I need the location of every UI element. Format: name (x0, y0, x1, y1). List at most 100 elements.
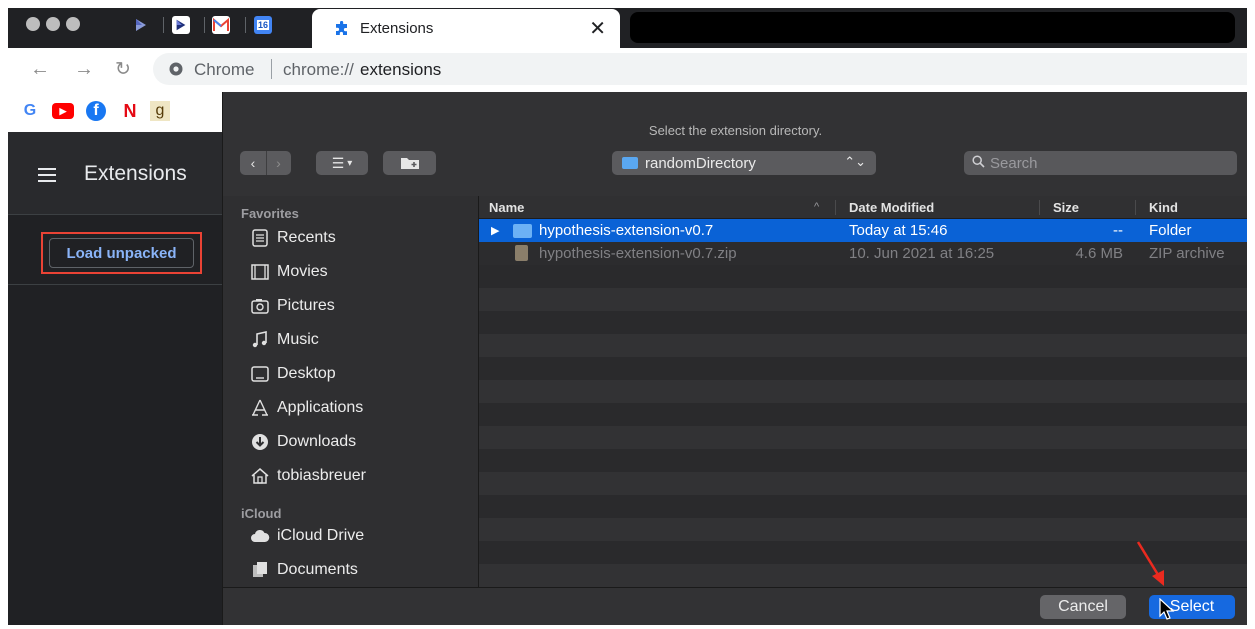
back-button[interactable]: ‹ (241, 151, 266, 175)
search-icon (972, 155, 985, 168)
load-unpacked-highlight: Load unpacked (41, 232, 202, 274)
pinned-tab-app-icon-2[interactable] (172, 16, 190, 34)
mouse-cursor-icon (1159, 598, 1175, 620)
sidebar-item-icloud-drive[interactable]: iCloud Drive (250, 522, 364, 550)
column-name[interactable]: Name (489, 200, 524, 215)
zip-archive-icon (515, 245, 528, 261)
header-divider (8, 214, 222, 215)
toolbar-divider (8, 284, 222, 285)
address-separator (271, 59, 272, 79)
table-row[interactable]: hypothesis-extension-v0.7.zip 10. Jun 20… (479, 242, 1247, 265)
browser-toolbar: ← → ↻ Chrome chrome:// extensions (8, 48, 1247, 90)
tab-extensions[interactable]: Extensions ✕ (312, 9, 620, 48)
desktop-icon (251, 366, 269, 382)
forward-button[interactable]: › (265, 151, 291, 175)
file-browser: Name ^ Date Modified Size Kind ▶ hypothe… (479, 196, 1247, 587)
url-host: extensions (360, 60, 442, 79)
search-field[interactable]: Search (964, 151, 1237, 175)
calendar-16-icon[interactable]: 16 (254, 16, 272, 34)
favorites-section-label: Favorites (241, 206, 299, 221)
sidebar-item-label: Applications (277, 399, 364, 416)
search-placeholder: Search (990, 155, 1038, 172)
address-bar[interactable]: Chrome chrome:// extensions (153, 53, 1247, 85)
file-name: hypothesis-extension-v0.7.zip (539, 245, 737, 262)
sidebar-item-music[interactable]: Music (250, 326, 319, 354)
table-row[interactable]: ▶ hypothesis-extension-v0.7 Today at 15:… (479, 219, 1247, 242)
sidebar-item-label: Pictures (277, 297, 335, 314)
bookmark-facebook-icon[interactable]: f (86, 101, 106, 121)
sidebar-item-label: Downloads (277, 433, 357, 450)
sidebar-item-label: iCloud Drive (277, 527, 365, 544)
calendar-day-label: 16 (256, 20, 269, 30)
folder-icon (513, 224, 532, 238)
browser-window: 16 Extensions ✕ ← → ↻ Chrome chrome:// e… (8, 8, 1247, 625)
file-size: -- (1113, 222, 1123, 239)
forward-arrow-icon[interactable]: → (74, 58, 94, 81)
sidebar-item-applications[interactable]: Applications (250, 394, 363, 422)
file-name: hypothesis-extension-v0.7 (539, 222, 714, 239)
new-folder-button[interactable] (383, 151, 436, 175)
load-unpacked-button[interactable]: Load unpacked (49, 238, 194, 268)
sidebar-item-movies[interactable]: Movies (250, 258, 328, 286)
icloud-section-label: iCloud (241, 506, 282, 521)
puzzle-icon (336, 21, 347, 35)
tab-title: Extensions (360, 20, 434, 37)
column-separator (1135, 200, 1136, 215)
applications-icon (252, 399, 268, 416)
column-separator (1039, 200, 1040, 215)
pictures-icon (251, 299, 269, 314)
folder-icon (622, 157, 638, 169)
url-scheme: chrome:// (283, 60, 354, 79)
tab-strip: 16 Extensions ✕ (8, 8, 1247, 48)
pinned-tab-app-icon[interactable] (132, 16, 150, 34)
sidebar-item-recents[interactable]: Recents (250, 224, 336, 252)
tab-separator (245, 17, 246, 33)
reload-icon[interactable]: ↻ (115, 58, 131, 81)
tab-separator (163, 17, 164, 33)
back-arrow-icon[interactable]: ← (30, 58, 50, 81)
bookmark-google-icon[interactable]: G (20, 101, 40, 121)
sidebar-item-label: Desktop (277, 365, 336, 382)
column-size[interactable]: Size (1053, 200, 1079, 215)
location-name: randomDirectory (645, 155, 756, 172)
sidebar-item-documents[interactable]: Documents (250, 556, 358, 584)
downloads-icon (252, 434, 268, 450)
sidebar-item-home[interactable]: tobiasbreuer (250, 462, 366, 490)
file-date: Today at 15:46 (849, 222, 948, 239)
dialog-footer: Cancel Select (223, 587, 1247, 625)
minimize-window-icon[interactable] (46, 17, 60, 31)
music-icon (252, 331, 267, 348)
zoom-window-icon[interactable] (66, 17, 80, 31)
sidebar-item-pictures[interactable]: Pictures (250, 292, 335, 320)
sidebar-item-desktop[interactable]: Desktop (250, 360, 336, 388)
column-kind[interactable]: Kind (1149, 200, 1178, 215)
tab-separator (204, 17, 205, 33)
recents-icon (252, 229, 268, 247)
bookmark-youtube-icon[interactable]: ▶ (52, 103, 74, 119)
m-mail-icon[interactable] (212, 16, 230, 34)
bookmark-netflix-icon[interactable]: N (120, 101, 140, 121)
extensions-page: Extensions Load unpacked (8, 132, 222, 625)
location-popup[interactable]: randomDirectory ⌃⌄ (612, 151, 876, 175)
bookmark-goodreads-icon[interactable]: g (150, 101, 170, 121)
column-date-modified[interactable]: Date Modified (849, 200, 934, 215)
file-kind: ZIP archive (1149, 245, 1225, 262)
dialog-titlebar: Select the extension directory. ‹ › ☰ ▾ r… (223, 92, 1247, 196)
disclosure-triangle-icon[interactable]: ▶ (491, 224, 499, 237)
sidebar-item-label: Music (277, 331, 319, 348)
new-folder-icon (400, 158, 419, 169)
sidebar-item-downloads[interactable]: Downloads (250, 428, 356, 456)
cancel-button[interactable]: Cancel (1040, 595, 1126, 619)
view-options-button[interactable]: ☰ ▾ (316, 151, 368, 175)
home-icon (251, 468, 269, 484)
sidebar-item-label: tobiasbreuer (277, 467, 366, 484)
up-down-chevron-icon: ⌃⌄ (844, 154, 866, 169)
annotation-arrow-icon (1136, 541, 1164, 586)
dialog-sidebar: Favorites Recents Movies Pictures Music … (223, 196, 479, 587)
close-tab-icon[interactable]: ✕ (589, 16, 606, 41)
sidebar-item-label: Recents (277, 229, 336, 246)
menu-icon[interactable] (38, 168, 56, 186)
close-window-icon[interactable] (26, 17, 40, 31)
file-kind: Folder (1149, 222, 1192, 239)
dialog-title: Select the extension directory. (648, 123, 823, 138)
